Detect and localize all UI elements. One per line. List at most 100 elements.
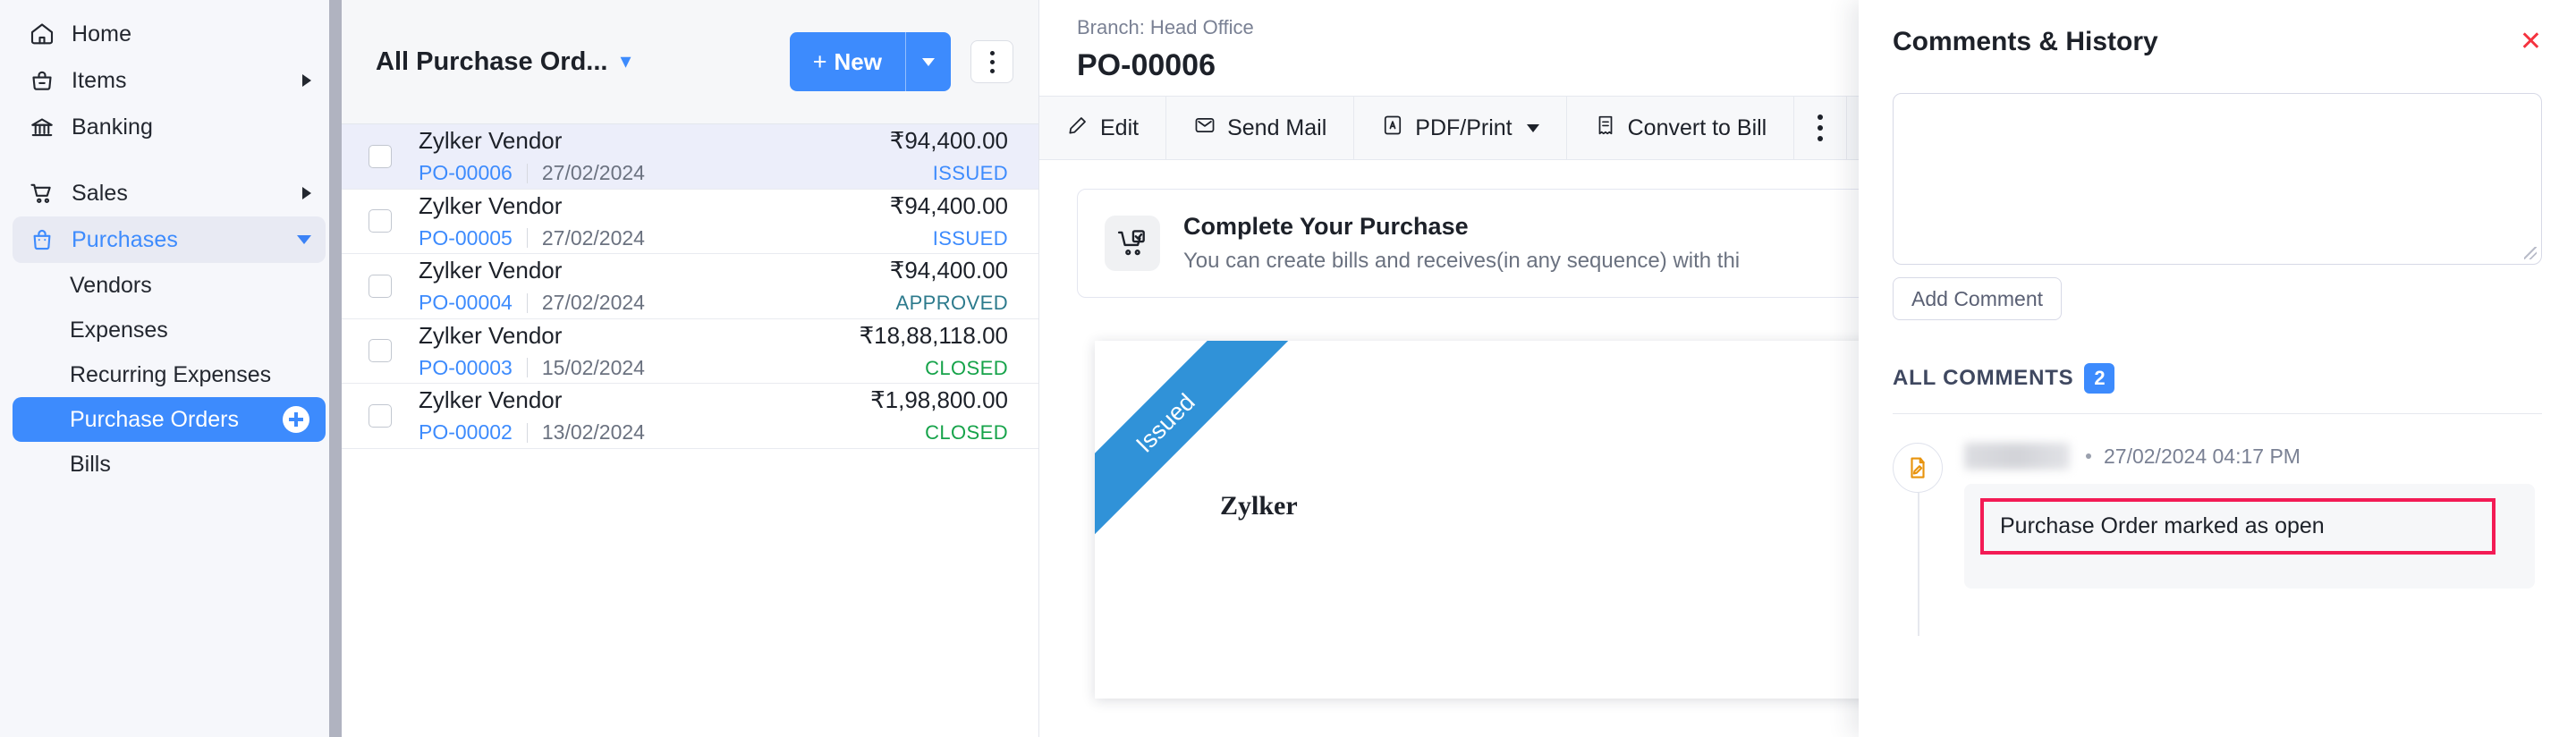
- row-po-number[interactable]: PO-00003: [419, 356, 513, 380]
- comments-title: Comments & History: [1893, 27, 2158, 57]
- row-date: 13/02/2024: [542, 420, 645, 445]
- sidebar-item-purchases[interactable]: Purchases: [13, 216, 326, 263]
- sidebar-subitem-label: Vendors: [70, 273, 152, 299]
- kebab-icon-dot: [990, 51, 995, 55]
- briefcase-icon: [29, 67, 55, 94]
- sidebar-subitem-label: Purchase Orders: [70, 407, 239, 433]
- all-comments-count-badge: 2: [2084, 363, 2114, 394]
- status-badge: CLOSED: [925, 357, 1008, 380]
- row-checkbox-cell: [342, 275, 419, 298]
- pencil-icon: [1066, 114, 1089, 143]
- sidebar-item-label: Home: [72, 21, 131, 47]
- detail-more-button[interactable]: [1794, 97, 1847, 159]
- status-badge: ISSUED: [933, 162, 1008, 185]
- chevron-down-icon: [1527, 124, 1539, 132]
- kebab-icon-dot: [990, 60, 995, 64]
- table-row[interactable]: Zylker Vendor ₹1,98,800.00 PO-00002 13/02/2…: [342, 384, 1038, 449]
- sidebar-item-banking[interactable]: Banking: [13, 104, 326, 150]
- row-po-number[interactable]: PO-00002: [419, 420, 513, 445]
- purchase-order-rows: Zylker Vendor ₹94,400.00 PO-00006 27/02/202…: [342, 124, 1038, 449]
- envelope-icon: [1193, 114, 1216, 143]
- banner-subtitle: You can create bills and receives(in any…: [1183, 249, 1740, 274]
- sidebar-scrollbar[interactable]: [329, 0, 342, 737]
- row-checkbox[interactable]: [369, 339, 392, 362]
- sidebar-item-label: Sales: [72, 181, 128, 207]
- row-vendor-name: Zylker Vendor: [419, 386, 562, 414]
- send-mail-button[interactable]: Send Mail: [1166, 97, 1354, 159]
- comment-author-redacted: [1964, 443, 2070, 470]
- sidebar-subitem-label: Bills: [70, 452, 111, 478]
- plus-icon: +: [813, 48, 827, 76]
- resize-handle-icon[interactable]: [2524, 247, 2537, 259]
- comments-header: Comments & History ✕: [1893, 0, 2542, 57]
- row-po-number[interactable]: PO-00005: [419, 226, 513, 250]
- row-amount: ₹94,400.00: [890, 127, 1008, 155]
- timeline-line: [1918, 493, 1919, 636]
- kebab-icon-dot: [1818, 136, 1823, 141]
- convert-to-bill-button-label: Convert to Bill: [1628, 115, 1767, 141]
- sidebar-item-vendors[interactable]: Vendors: [13, 263, 326, 308]
- close-icon[interactable]: ✕: [2520, 29, 2542, 55]
- sidebar-item-label: Purchases: [72, 227, 178, 253]
- cart-check-icon: [1105, 216, 1160, 271]
- row-content: Zylker Vendor ₹1,98,800.00 PO-00002 13/02/2…: [419, 386, 1008, 445]
- sidebar-item-bills[interactable]: Bills: [13, 442, 326, 487]
- row-date: 27/02/2024: [542, 226, 645, 250]
- row-po-number[interactable]: PO-00004: [419, 291, 513, 315]
- table-row[interactable]: Zylker Vendor₹18,88,118.00PO-0000315/02/…: [342, 319, 1038, 385]
- new-button-main[interactable]: + New: [790, 32, 906, 91]
- table-row[interactable]: Zylker Vendor₹94,400.00PO-0000427/02/202…: [342, 254, 1038, 319]
- send-mail-button-label: Send Mail: [1227, 115, 1326, 141]
- kebab-icon-dot: [1818, 114, 1823, 120]
- kebab-icon-dot: [1818, 125, 1823, 131]
- row-checkbox[interactable]: [369, 275, 392, 298]
- convert-to-bill-button[interactable]: Convert to Bill: [1567, 97, 1795, 159]
- row-po-number[interactable]: PO-00006: [419, 161, 513, 185]
- row-checkbox[interactable]: [369, 209, 392, 233]
- sidebar-item-recurring-expenses[interactable]: Recurring Expenses: [13, 352, 326, 397]
- divider: [527, 358, 528, 377]
- row-checkbox[interactable]: [369, 404, 392, 428]
- app-root: Home Items Banking: [0, 0, 2576, 737]
- new-button[interactable]: + New: [790, 32, 951, 91]
- sidebar-item-sales[interactable]: Sales: [13, 170, 326, 216]
- sidebar: Home Items Banking: [0, 0, 342, 737]
- sidebar-item-purchase-orders[interactable]: Purchase Orders: [13, 397, 326, 442]
- edit-button-label: Edit: [1100, 115, 1139, 141]
- add-comment-bar: Add Comment: [1893, 277, 2542, 320]
- plus-icon[interactable]: [283, 406, 309, 433]
- row-checkbox-cell: [342, 145, 419, 168]
- bag-icon: [29, 226, 55, 253]
- home-icon: [29, 21, 55, 47]
- row-amount: ₹1,98,800.00: [870, 386, 1008, 414]
- edit-button[interactable]: Edit: [1039, 97, 1166, 159]
- add-comment-button[interactable]: Add Comment: [1893, 277, 2062, 320]
- sidebar-item-items[interactable]: Items: [13, 57, 326, 104]
- purchase-order-list-panel: All Purchase Ord... ▾ + New Zylker Vendo…: [342, 0, 1039, 737]
- row-amount: ₹18,88,118.00: [860, 322, 1008, 350]
- list-more-button[interactable]: [970, 40, 1013, 83]
- table-row[interactable]: Zylker Vendor₹94,400.00PO-0000627/02/202…: [342, 124, 1038, 190]
- table-row[interactable]: Zylker Vendor₹94,400.00PO-0000527/02/202…: [342, 190, 1038, 255]
- comment-timestamp: 27/02/2024 04:17 PM: [2104, 445, 2301, 469]
- new-button-dropdown[interactable]: [906, 32, 951, 91]
- pdf-print-button[interactable]: PDF/Print: [1354, 97, 1566, 159]
- sidebar-item-label: Items: [72, 68, 127, 94]
- row-amount: ₹94,400.00: [890, 192, 1008, 220]
- row-date: 27/02/2024: [542, 161, 645, 185]
- chevron-down-icon: [297, 235, 311, 244]
- row-content: Zylker Vendor₹18,88,118.00PO-0000315/02/…: [419, 322, 1008, 380]
- view-selector-label[interactable]: All Purchase Ord...: [376, 47, 607, 77]
- sidebar-item-home[interactable]: Home: [13, 11, 326, 57]
- sidebar-subitem-label: Expenses: [70, 318, 168, 343]
- row-amount: ₹94,400.00: [890, 257, 1008, 284]
- comment-body: 27/02/2024 04:17 PM Purchase Order marke…: [1964, 443, 2542, 589]
- all-comments-label: ALL COMMENTS: [1893, 366, 2073, 391]
- note-edit-icon: [1893, 443, 1943, 493]
- chevron-down-icon[interactable]: ▾: [620, 51, 631, 72]
- row-vendor-name: Zylker Vendor: [419, 257, 562, 284]
- sidebar-item-expenses[interactable]: Expenses: [13, 308, 326, 352]
- row-checkbox[interactable]: [369, 145, 392, 168]
- cart-icon: [29, 180, 55, 207]
- status-badge: CLOSED: [925, 421, 1008, 445]
